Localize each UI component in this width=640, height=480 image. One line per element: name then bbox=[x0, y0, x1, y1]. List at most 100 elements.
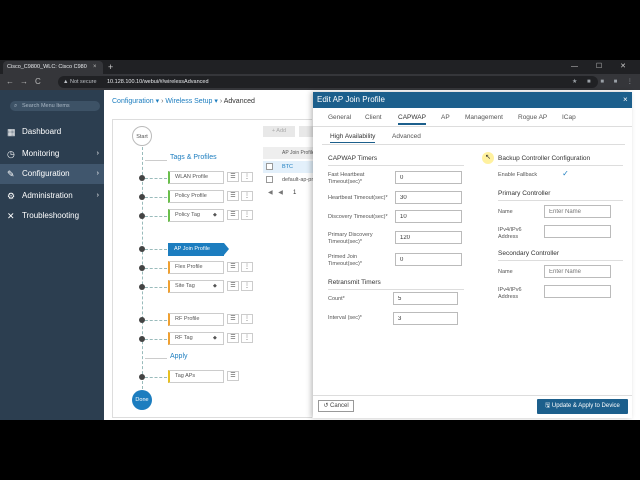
list-icon[interactable]: ☰ bbox=[227, 191, 239, 201]
delete-button[interactable] bbox=[299, 126, 313, 137]
chevron-right-icon: › bbox=[96, 192, 99, 199]
wizard-done-button[interactable]: Done bbox=[132, 390, 152, 410]
step-connector bbox=[145, 320, 167, 321]
section-apply: Apply bbox=[170, 353, 188, 360]
more-icon[interactable]: ⋮ bbox=[241, 210, 253, 220]
row-checkbox[interactable] bbox=[266, 176, 273, 183]
new-tab-icon[interactable]: + bbox=[108, 60, 113, 74]
fast-heartbeat-input[interactable] bbox=[395, 171, 462, 184]
secondary-ip-label: IPv4/IPv6 Address bbox=[498, 287, 522, 300]
sidebar-item-troubleshooting[interactable]: ✕ Troubleshooting bbox=[0, 206, 104, 226]
list-icon[interactable]: ☰ bbox=[227, 371, 239, 381]
section-rule bbox=[498, 165, 623, 166]
monitoring-icon: ◷ bbox=[7, 149, 15, 159]
enable-fallback-checkbox[interactable]: ✓ bbox=[561, 169, 570, 178]
tab-capwap[interactable]: CAPWAP bbox=[398, 113, 426, 125]
tab-rogue-ap[interactable]: Rogue AP bbox=[518, 113, 547, 123]
list-icon[interactable]: ☰ bbox=[227, 210, 239, 220]
step-rf-profile[interactable]: RF Profile bbox=[168, 313, 224, 326]
footer-rule bbox=[313, 395, 632, 396]
url-text[interactable]: 10.128.100.10/webui/#/wirelessAdvanced bbox=[107, 76, 209, 88]
primary-ip-input[interactable] bbox=[544, 225, 611, 238]
more-icon[interactable]: ⋮ bbox=[241, 314, 253, 324]
tab-icap[interactable]: ICap bbox=[562, 113, 576, 123]
list-icon[interactable]: ☰ bbox=[227, 314, 239, 324]
section-rule bbox=[145, 160, 167, 161]
breadcrumb-configuration[interactable]: Configuration ▾ bbox=[112, 98, 159, 105]
more-icon[interactable]: ⋮ bbox=[241, 172, 253, 182]
step-policy-profile[interactable]: Policy Profile bbox=[168, 190, 224, 203]
back-icon[interactable]: ← bbox=[6, 74, 14, 90]
pager-page[interactable]: 1 bbox=[293, 189, 296, 197]
reload-icon[interactable]: C bbox=[35, 74, 41, 90]
chevron-right-icon: › bbox=[96, 170, 99, 177]
sidebar-item-label: Troubleshooting bbox=[22, 211, 80, 220]
step-connector bbox=[145, 377, 167, 378]
update-apply-button[interactable]: 🖫 Update & Apply to Device bbox=[537, 399, 628, 414]
secondary-name-input[interactable] bbox=[544, 265, 611, 278]
browser-tab[interactable]: Cisco_C9800_WLC: Cisco C980 bbox=[3, 61, 103, 74]
tab-ap[interactable]: AP bbox=[441, 113, 450, 123]
sidebar-item-label: Dashboard bbox=[22, 127, 62, 136]
list-icon[interactable]: ☰ bbox=[227, 333, 239, 343]
configuration-icon: ✎ bbox=[7, 169, 15, 179]
wizard-start: Start bbox=[132, 126, 152, 146]
tab-management[interactable]: Management bbox=[465, 113, 503, 123]
sidebar-item-label: Administration bbox=[22, 191, 73, 200]
sidebar-item-configuration[interactable]: ✎ Configuration › bbox=[0, 164, 104, 184]
sidebar-item-dashboard[interactable]: ▦ Dashboard bbox=[0, 122, 104, 142]
primary-name-input[interactable] bbox=[544, 205, 611, 218]
count-input[interactable] bbox=[393, 292, 458, 305]
step-flex-profile[interactable]: Flex Profile bbox=[168, 261, 224, 274]
more-icon[interactable]: ⋮ bbox=[241, 281, 253, 291]
primed-join-label: Primed Join Timeout(sec)* bbox=[328, 254, 363, 267]
retransmit-timers-title: Retransmit Timers bbox=[328, 279, 381, 286]
close-icon[interactable]: × bbox=[623, 92, 628, 108]
add-button[interactable]: + Add bbox=[263, 126, 295, 137]
not-secure-badge[interactable]: ▲ Not secure bbox=[63, 76, 97, 88]
extension-icons[interactable]: ★ ■ ■ ■ ⋮ bbox=[572, 74, 637, 90]
subtab-advanced[interactable]: Advanced bbox=[392, 132, 421, 142]
tab-rule bbox=[313, 126, 632, 127]
row-checkbox[interactable] bbox=[266, 163, 273, 170]
section-rule bbox=[498, 200, 623, 201]
step-wlan-profile[interactable]: WLAN Profile bbox=[168, 171, 224, 184]
more-icon[interactable]: ⋮ bbox=[241, 333, 253, 343]
list-icon[interactable]: ☰ bbox=[227, 262, 239, 272]
primary-controller-title: Primary Controller bbox=[498, 190, 551, 197]
tab-close-icon[interactable]: × bbox=[93, 61, 97, 74]
section-rule bbox=[328, 289, 464, 290]
tab-general[interactable]: General bbox=[328, 113, 351, 123]
sidebar-item-label: Monitoring bbox=[22, 149, 60, 158]
heartbeat-input[interactable] bbox=[395, 191, 462, 204]
table-header-ap-join-profile[interactable]: AP Join Profile bbox=[263, 147, 313, 159]
interval-input[interactable] bbox=[393, 312, 458, 325]
cancel-button[interactable]: ↺ Cancel bbox=[318, 400, 354, 412]
menu-search-input[interactable]: Search Menu Items bbox=[10, 101, 100, 111]
primed-join-input[interactable] bbox=[395, 253, 462, 266]
step-tag-aps[interactable]: Tag APs bbox=[168, 370, 224, 383]
sidebar-item-monitoring[interactable]: ◷ Monitoring › bbox=[0, 144, 104, 164]
primary-discovery-input[interactable] bbox=[395, 231, 462, 244]
list-icon[interactable]: ☰ bbox=[227, 172, 239, 182]
backup-controller-title: Backup Controller Configuration bbox=[498, 155, 591, 162]
window-controls[interactable]: — ☐ ✕ bbox=[571, 60, 634, 74]
more-icon[interactable]: ⋮ bbox=[241, 191, 253, 201]
sidebar-item-administration[interactable]: ⚙ Administration › bbox=[0, 186, 104, 206]
step-connector bbox=[145, 216, 167, 217]
active-step-arrow bbox=[224, 243, 229, 255]
discovery-input[interactable] bbox=[395, 210, 462, 223]
step-connector bbox=[145, 197, 167, 198]
list-icon[interactable]: ☰ bbox=[227, 281, 239, 291]
tab-client[interactable]: Client bbox=[365, 113, 382, 123]
forward-icon[interactable]: → bbox=[20, 74, 28, 90]
subtab-high-availability[interactable]: High Availability bbox=[330, 132, 376, 143]
dashboard-icon: ▦ bbox=[7, 127, 16, 137]
breadcrumb-wireless-setup[interactable]: Wireless Setup ▾ bbox=[165, 98, 218, 105]
section-rule bbox=[145, 358, 167, 359]
secondary-ip-input[interactable] bbox=[544, 285, 611, 298]
capwap-timers-title: CAPWAP Timers bbox=[328, 155, 378, 162]
pager-prev[interactable]: ◀ ◀ bbox=[268, 189, 285, 197]
more-icon[interactable]: ⋮ bbox=[241, 262, 253, 272]
step-ap-join-profile[interactable]: AP Join Profile bbox=[168, 243, 224, 256]
